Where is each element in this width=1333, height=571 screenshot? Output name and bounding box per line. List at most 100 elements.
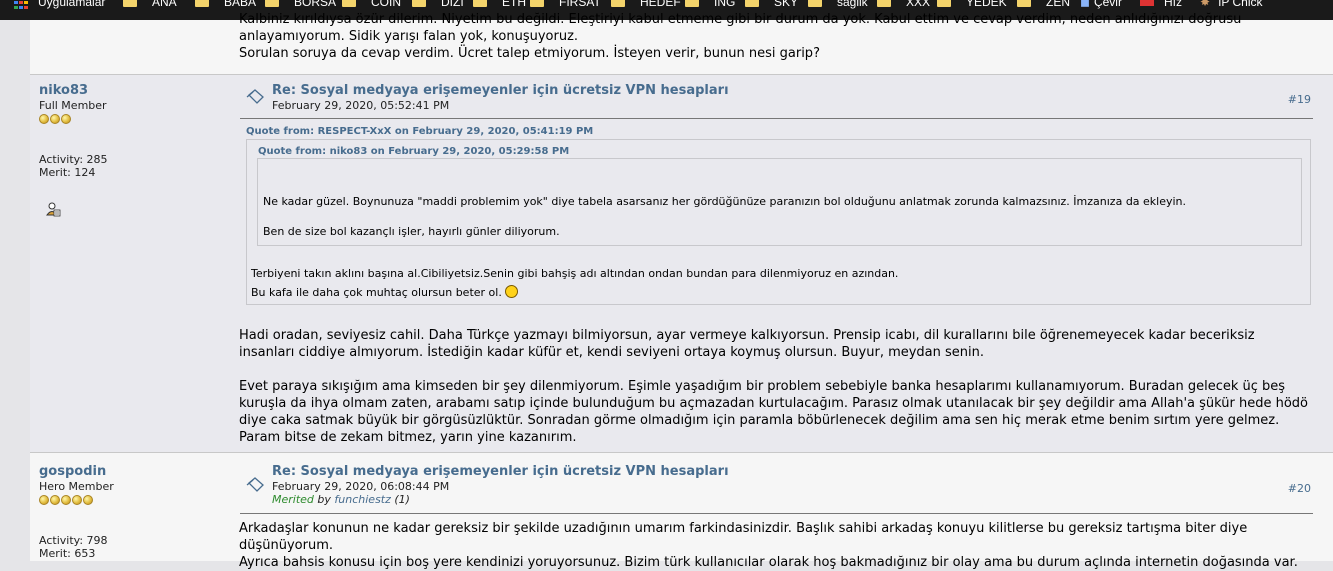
quote-header-link[interactable]: Quote from: RESPECT-XxX on February 29, … <box>246 126 593 137</box>
bookmark-apps[interactable]: Uygulamalar <box>38 0 105 11</box>
bookmark-sky[interactable]: SKY <box>745 0 798 11</box>
quote-text: Terbiyeni takın aklını başına al.Cibiliy… <box>251 267 899 280</box>
user-profile-icon[interactable] <box>45 201 61 217</box>
activity-count: Activity: 285 <box>39 153 108 166</box>
folder-icon <box>265 0 279 7</box>
bookmark-label: ING <box>714 0 736 9</box>
bookmark-translate[interactable]: ◼ Çevir <box>1080 0 1122 11</box>
bookmark-label: Çevir <box>1093 0 1122 9</box>
post-body: Hadi oradan, seviyesiz cahil. Daha Türkç… <box>239 327 1314 446</box>
bookmark-label: COIN <box>371 0 401 9</box>
bookmark-saglik[interactable]: saglik <box>808 0 868 11</box>
bookmark-label: IP Chick <box>1218 0 1263 9</box>
star-icon <box>39 495 49 505</box>
bookmark-coin[interactable]: COIN <box>342 0 401 11</box>
translate-icon: ◼ <box>1080 0 1090 9</box>
bookmark-label: HEDEF <box>640 0 681 9</box>
bookmark-yedek[interactable]: YEDEK <box>937 0 1007 11</box>
bookmark-dizi[interactable]: DIZI <box>412 0 464 11</box>
bookmark-label: Hız <box>1164 0 1182 9</box>
folder-icon <box>412 0 426 7</box>
folder-icon <box>611 0 625 7</box>
folder-icon <box>877 0 891 7</box>
bookmark-hiz[interactable]: Hız <box>1140 0 1182 11</box>
bookmark-ipcheck[interactable]: ✸ IP Chick <box>1200 0 1263 11</box>
folder-icon <box>937 0 951 7</box>
bookmark-ana[interactable]: ANA <box>123 0 177 11</box>
star-icon <box>39 114 49 124</box>
bookmark-eth[interactable]: ETH <box>473 0 526 11</box>
folder-icon <box>530 0 544 7</box>
folder-icon <box>195 0 209 7</box>
topic-icon <box>246 89 264 104</box>
bookmark-label: Uygulamalar <box>38 0 106 9</box>
post-20: gospodin Hero Member Activity: 798 Merit… <box>30 453 1333 570</box>
post-text-line: Hadi oradan, seviyesiz cahil. Daha Türkç… <box>239 328 1255 343</box>
bookmark-label: DIZI <box>441 0 464 9</box>
bookmark-label: ETH <box>502 0 526 9</box>
star-icon <box>50 495 60 505</box>
bookmark-label: FIRSAT <box>559 0 601 9</box>
username-link[interactable]: gospodin <box>39 465 229 479</box>
folder-icon <box>473 0 487 7</box>
merited-label: Merited <box>272 493 314 506</box>
bookmark-label: YEDEK <box>966 0 1007 9</box>
post-body: Kalbiniz kırıldıysa özür dilerim. Niyeti… <box>239 11 1314 62</box>
bookmark-label: ANA <box>152 0 177 9</box>
post-19: niko83 Full Member Activity: 285 Merit: … <box>30 75 1333 453</box>
post-text-line: Sorulan soruya da cevap verdim. Ücret ta… <box>239 46 820 61</box>
ip-icon: ✸ <box>1200 0 1211 9</box>
bookmark-hedef[interactable]: HEDEF <box>611 0 681 11</box>
rank-stars <box>39 114 229 126</box>
poster-info: gospodin Hero Member Activity: 798 Merit… <box>39 465 229 560</box>
merited-line: Merited by funchiestz (1) <box>272 493 410 506</box>
topic-icon <box>246 477 264 492</box>
post-text-line: Arkadaşlar konunun ne kadar gereksiz bir… <box>239 521 1248 536</box>
merited-user-link[interactable]: funchiestz <box>334 493 390 506</box>
star-icon <box>50 114 60 124</box>
quote-text: Ne kadar güzel. Boynunuza "maddi problem… <box>263 195 1187 208</box>
post-text-line: diye caka satmak büyük bir görgüsüzlüktü… <box>239 413 1280 428</box>
bookmark-baba[interactable]: BABA <box>195 0 256 11</box>
bookmark-label: XXX <box>906 0 931 9</box>
laughing-emoji-icon <box>505 285 519 298</box>
post-text-line: Kalbiniz kırıldıysa özür dilerim. Niyeti… <box>239 12 1242 27</box>
bookmark-ing[interactable]: ING <box>685 0 735 11</box>
bookmark-xxx[interactable]: XXX <box>877 0 930 11</box>
bookmark-firsat[interactable]: FIRSAT <box>530 0 601 11</box>
post-date: February 29, 2020, 06:08:44 PM <box>272 480 450 493</box>
quote-header-link[interactable]: Quote from: niko83 on February 29, 2020,… <box>258 146 569 157</box>
post-text-line: düşünüyorum. <box>239 538 334 553</box>
quote-text: Bu kafa ile daha çok muhtaç olursun bete… <box>251 286 502 299</box>
post-text-line: Param bitse de zekam bitmez, yarın yine … <box>239 430 577 445</box>
merit-count: Merit: 653 <box>39 547 96 560</box>
post-subject-link[interactable]: Re: Sosyal medyaya erişemeyenler için üc… <box>272 464 729 479</box>
user-stats: Activity: 285 Merit: 124 <box>39 153 229 179</box>
folder-icon <box>685 0 699 7</box>
merit-count: Merit: 124 <box>39 166 96 179</box>
bookmark-label: saglik <box>837 0 868 9</box>
post-previous: Kalbiniz kırıldıysa özür dilerim. Niyeti… <box>30 12 1333 75</box>
quote-text-with-emoji: Bu kafa ile daha çok muhtaç olursun bete… <box>251 285 519 299</box>
post-text-line: kuruşla da ihya olmam zaten, arabamı sat… <box>239 396 1309 411</box>
star-icon <box>61 114 71 124</box>
post-text-line: Evet paraya sıkışığım ama kimseden bir ş… <box>239 379 1286 394</box>
star-icon <box>72 495 82 505</box>
user-stats: Activity: 798 Merit: 653 <box>39 534 229 560</box>
username-link[interactable]: niko83 <box>39 84 229 98</box>
post-subject-link[interactable]: Re: Sosyal medyaya erişemeyenler için üc… <box>272 83 729 98</box>
post-number-link[interactable]: #19 <box>1288 93 1311 106</box>
bookmark-label: ZEN <box>1046 0 1070 9</box>
bookmark-borsa[interactable]: BORSA <box>265 0 336 11</box>
poster-info: niko83 Full Member Activity: 285 Merit: … <box>39 84 229 217</box>
page-gutter <box>0 20 30 561</box>
rank-stars <box>39 495 229 507</box>
post-date: February 29, 2020, 05:52:41 PM <box>272 99 450 112</box>
header-divider <box>240 118 1313 119</box>
post-text-line: Ayrıca bahsis konusu için boş yere kendi… <box>239 555 1298 570</box>
bookmark-zen[interactable]: ZEN <box>1017 0 1070 11</box>
apps-icon[interactable] <box>14 0 28 9</box>
quote-text: Ben de size bol kazançlı işler, hayırlı … <box>263 225 560 238</box>
post-number-link[interactable]: #20 <box>1288 482 1311 495</box>
